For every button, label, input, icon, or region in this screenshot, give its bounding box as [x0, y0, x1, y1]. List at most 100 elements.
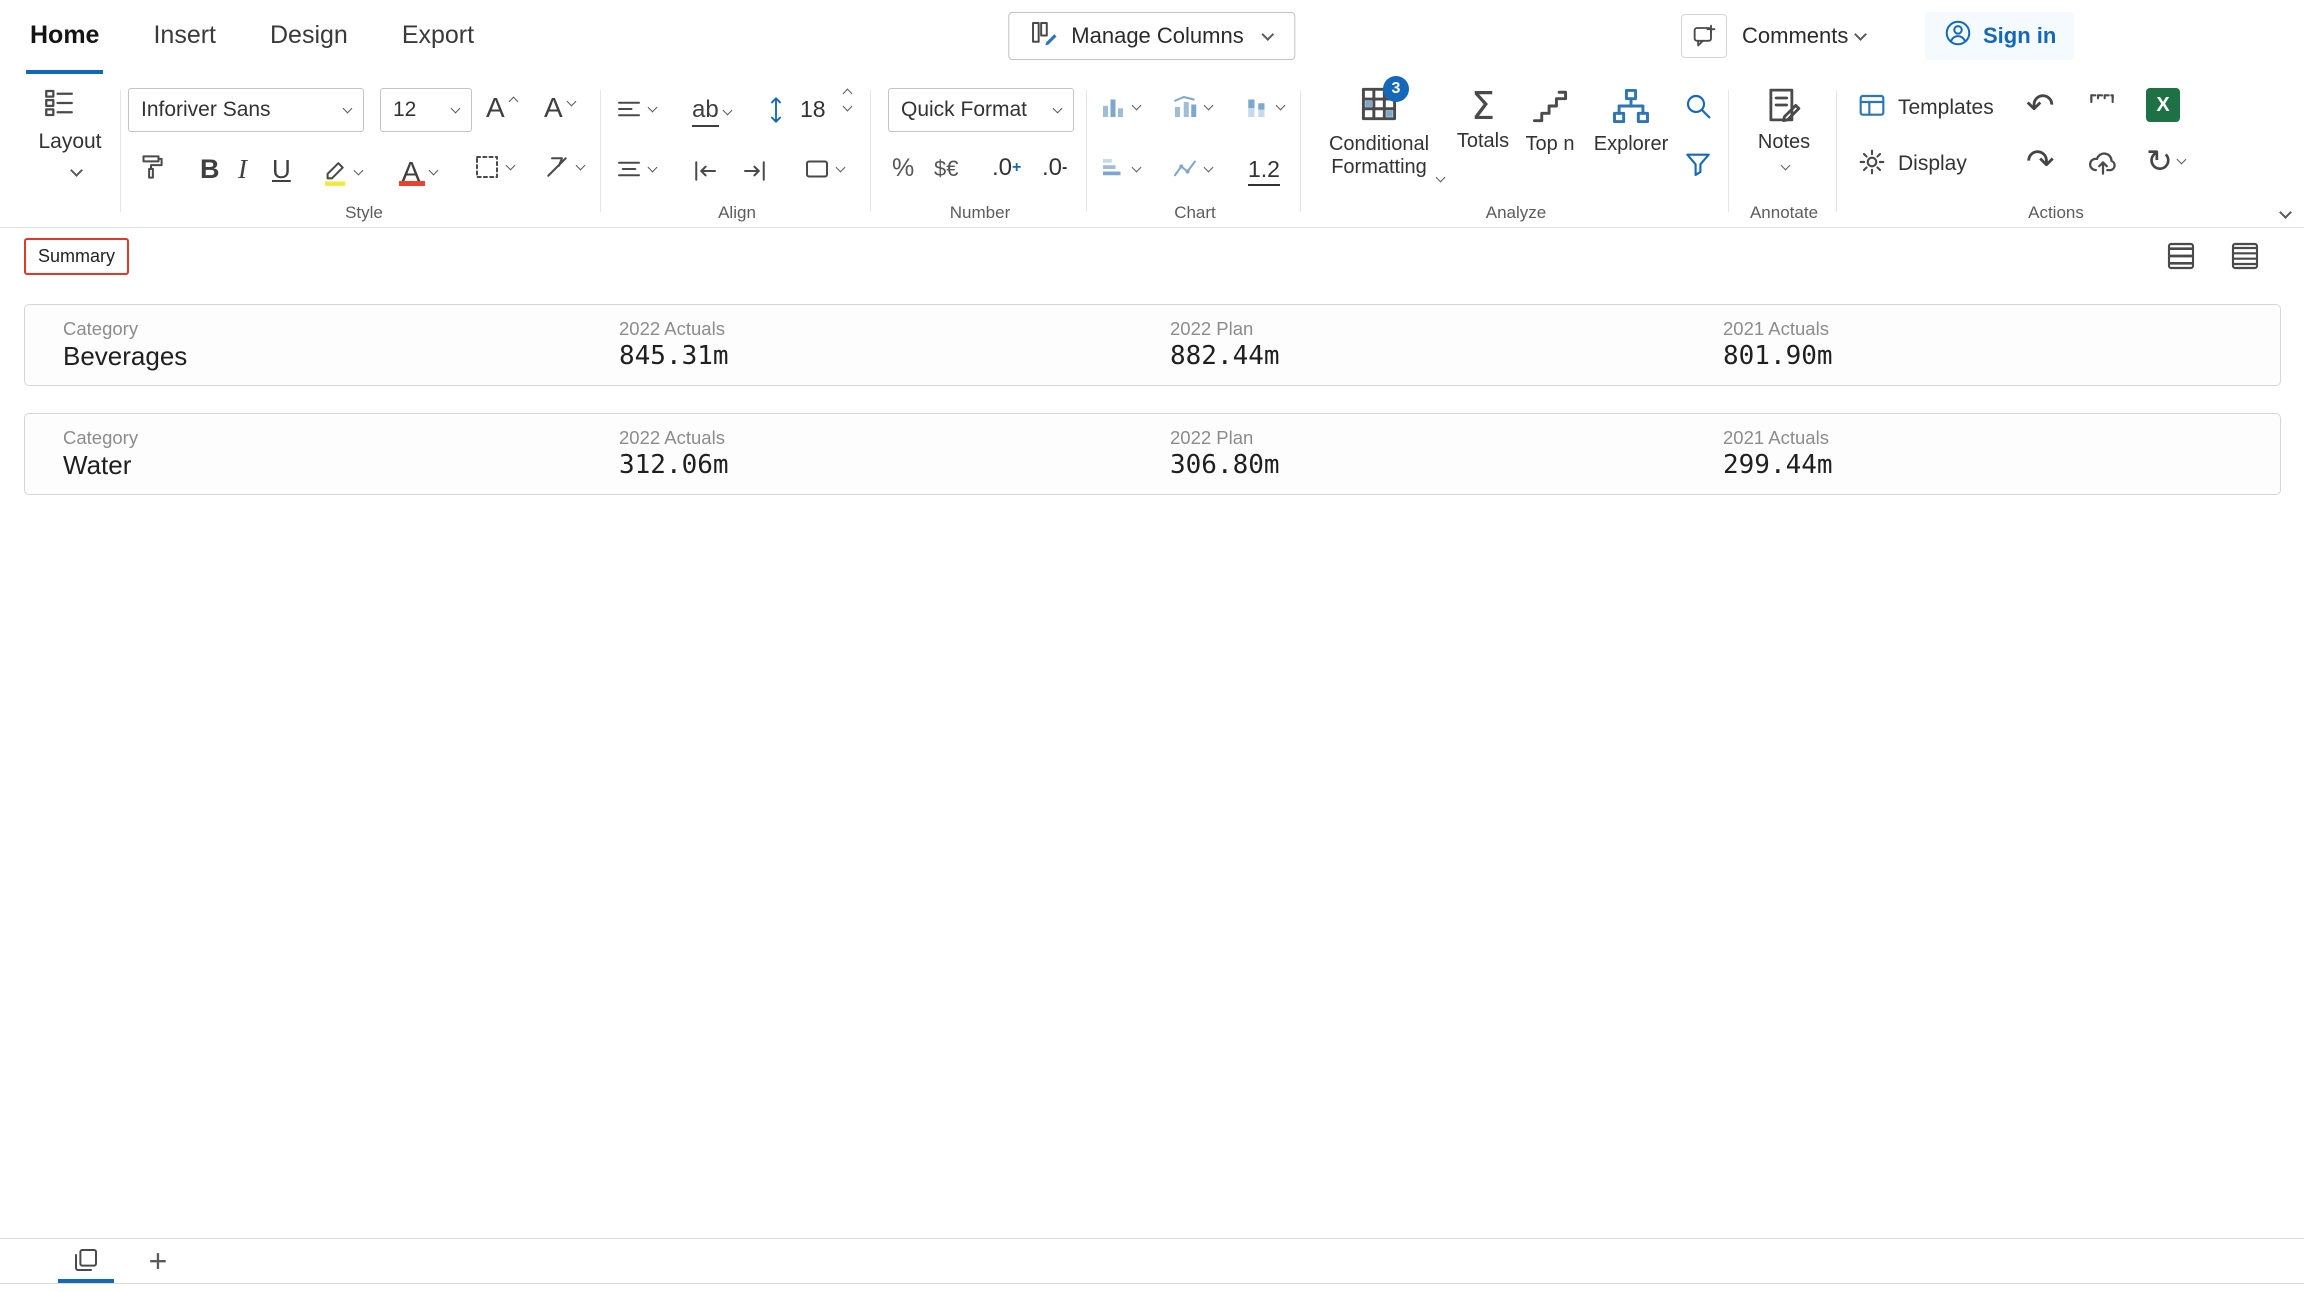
- templates-label: Templates: [1898, 96, 1994, 120]
- font-color-button[interactable]: A: [396, 152, 440, 192]
- row-height-value[interactable]: 18: [800, 96, 826, 123]
- redo-button[interactable]: ↷: [2026, 142, 2055, 182]
- search-button[interactable]: [1682, 90, 1714, 122]
- pages-icon: [71, 1245, 101, 1278]
- single-card-view-button[interactable]: [2160, 236, 2202, 276]
- display-label: Display: [1898, 152, 1967, 176]
- percent-glyph: %: [892, 154, 914, 183]
- wrap-text-button[interactable]: ab: [692, 96, 733, 127]
- data-label-glyph: 1.2: [1248, 156, 1280, 186]
- chevron-down-icon: [1053, 104, 1063, 114]
- redo-icon: ↷: [2026, 142, 2055, 182]
- shrink-font-letter: A: [544, 92, 563, 124]
- refresh-button[interactable]: ↻: [2146, 142, 2187, 180]
- field-value: 299.44m: [1723, 450, 1833, 480]
- font-size-select[interactable]: 12: [380, 88, 472, 132]
- bold-button[interactable]: B: [200, 154, 220, 185]
- notes-label: Notes: [1758, 131, 1810, 154]
- top-n-button[interactable]: Top n: [1518, 84, 1582, 156]
- increase-decimal-button[interactable]: .0+: [992, 154, 1021, 182]
- clear-format-button[interactable]: [542, 152, 586, 182]
- tab-export[interactable]: Export: [398, 0, 478, 74]
- notes-button[interactable]: Notes: [1732, 84, 1836, 172]
- increase-indent-button[interactable]: [740, 156, 770, 186]
- quick-format-select[interactable]: Quick Format: [888, 88, 1074, 132]
- filter-button[interactable]: [1682, 148, 1714, 180]
- layout-label: Layout: [20, 130, 120, 154]
- table-chart-button[interactable]: [1098, 154, 1142, 184]
- sigma-icon: Σ: [1471, 84, 1495, 128]
- decrease-indent-button[interactable]: [690, 156, 720, 186]
- chevron-down-icon[interactable]: [843, 102, 853, 112]
- percent-format-button[interactable]: %: [892, 154, 914, 183]
- data-labels-button[interactable]: 1.2: [1248, 156, 1280, 186]
- active-page-tab[interactable]: [58, 1241, 114, 1281]
- merge-cells-button[interactable]: [802, 154, 846, 184]
- upload-button[interactable]: [2086, 146, 2120, 180]
- chevron-up-icon[interactable]: [843, 89, 853, 99]
- italic-glyph: I: [238, 154, 247, 185]
- format-painter-button[interactable]: [136, 152, 166, 182]
- chevron-down-icon: [648, 163, 658, 173]
- summary-card-water[interactable]: Category Water 2022 Actuals 312.06m 2022…: [24, 413, 2281, 495]
- tab-insert[interactable]: Insert: [149, 0, 220, 74]
- undo-button[interactable]: ↶: [2026, 86, 2055, 126]
- field-value: 882.44m: [1170, 341, 1280, 371]
- sign-in-button[interactable]: Sign in: [1925, 12, 2074, 60]
- conditional-label-1: Conditional: [1329, 133, 1429, 156]
- chevron-down-icon: [451, 104, 461, 114]
- analyze-group-label: Analyze: [1304, 203, 1728, 223]
- group-divider: [1836, 90, 1837, 212]
- layout-button[interactable]: [42, 86, 76, 120]
- report-canvas: Category Beverages 2022 Actuals 845.31m …: [0, 284, 2304, 1238]
- templates-icon: [1856, 90, 1888, 125]
- manage-columns-button[interactable]: Manage Columns: [1008, 12, 1295, 60]
- summary-tab[interactable]: Summary: [24, 238, 129, 275]
- underline-glyph: U: [272, 154, 291, 185]
- chevron-down-icon: [2279, 206, 2292, 219]
- decrease-decimal-button[interactable]: .0-: [1042, 154, 1067, 182]
- highlight-color-button[interactable]: [320, 152, 364, 192]
- borders-button[interactable]: [472, 152, 516, 182]
- summary-card-beverages[interactable]: Category Beverages 2022 Actuals 845.31m …: [24, 304, 2281, 386]
- increase-font-button[interactable]: A: [486, 92, 519, 124]
- templates-button[interactable]: Templates: [1856, 90, 1994, 125]
- chevron-down-icon[interactable]: [70, 164, 83, 177]
- stacked-chart-button[interactable]: [1242, 92, 1286, 122]
- row-height-stepper[interactable]: [844, 90, 851, 110]
- horizontal-align-button[interactable]: [614, 94, 658, 124]
- comments-button[interactable]: Comments: [1742, 14, 1867, 58]
- combo-chart-button[interactable]: [1170, 92, 1214, 122]
- chevron-down-icon: [1132, 101, 1142, 111]
- currency-format-button[interactable]: $€: [934, 156, 958, 182]
- underline-button[interactable]: U: [272, 154, 291, 185]
- display-button[interactable]: Display: [1856, 146, 1967, 181]
- ribbon-group-chart: 1.2 Chart: [1090, 74, 1300, 228]
- display-gear-icon: [1856, 146, 1888, 181]
- selection-ruler-button[interactable]: [2086, 90, 2118, 122]
- annotate-group-label: Annotate: [1732, 203, 1836, 223]
- group-divider: [870, 90, 871, 212]
- font-size-value: 12: [393, 98, 416, 122]
- tab-design[interactable]: Design: [266, 0, 352, 74]
- summary-tab-label: Summary: [38, 246, 115, 266]
- collapse-ribbon-button[interactable]: [2281, 208, 2290, 217]
- font-family-select[interactable]: Inforiver Sans: [128, 88, 364, 132]
- tab-home[interactable]: Home: [26, 0, 103, 74]
- vertical-align-button[interactable]: [614, 154, 658, 184]
- italic-button[interactable]: I: [238, 154, 247, 185]
- add-page-button[interactable]: +: [136, 1239, 180, 1283]
- group-divider: [1728, 90, 1729, 212]
- decrease-font-button[interactable]: A: [544, 92, 577, 124]
- add-comment-button[interactable]: [1681, 14, 1727, 58]
- field-value: Water: [63, 450, 131, 481]
- compact-card-view-button[interactable]: [2224, 236, 2266, 276]
- totals-button[interactable]: Σ Totals: [1452, 84, 1514, 153]
- explorer-button[interactable]: Explorer: [1588, 84, 1674, 156]
- add-comment-icon: [1690, 21, 1718, 52]
- export-excel-button[interactable]: X: [2146, 88, 2180, 122]
- sparkline-button[interactable]: [1170, 154, 1214, 184]
- chevron-down-icon: [1276, 101, 1286, 111]
- bar-chart-button[interactable]: [1098, 92, 1142, 122]
- conditional-formatting-button[interactable]: 3 Conditional Formatting: [1318, 82, 1440, 179]
